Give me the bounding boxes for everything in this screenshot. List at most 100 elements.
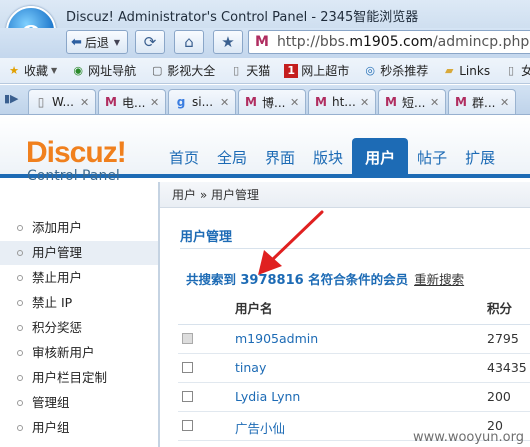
chevron-down-icon[interactable]: ▼	[114, 38, 120, 47]
sidebar-item-moderate-users[interactable]: 审核新用户	[0, 341, 158, 365]
favorites-item-collect[interactable]: ★ 收藏 ▼	[0, 62, 64, 79]
site-favicon-icon: M	[245, 95, 257, 109]
browser-tab-bar: ▮▶ ▯ W... ✕ M 电... ✕ g si... ✕ M 博... ✕ Mht... ✕ …	[0, 85, 530, 115]
close-icon[interactable]: ✕	[80, 96, 92, 109]
site-favicon-icon: M	[255, 34, 269, 50]
close-icon[interactable]: ✕	[360, 96, 372, 109]
page-icon: ▯	[508, 63, 515, 77]
globe-icon: ◉	[73, 63, 83, 77]
favorites-item-supermarket[interactable]: 1 网上超市	[277, 62, 356, 79]
top-nav-extensions[interactable]: 扩展	[456, 142, 504, 178]
google-icon: g	[176, 95, 186, 109]
page-title: 用户管理	[180, 230, 233, 245]
site-favicon-icon: M	[455, 95, 467, 109]
speed-icon: ◎	[365, 63, 376, 77]
discuz-header: Discuz! Control Panel 首页 全局 界面 版块 用户 帖子 …	[0, 116, 530, 184]
bullet-icon	[17, 350, 23, 356]
star-icon: ★	[9, 63, 19, 77]
top-nav-users[interactable]: 用户	[352, 138, 409, 178]
sidebar-item-user-manage[interactable]: 用户管理	[0, 241, 158, 265]
table-row: tinay 43435	[178, 354, 530, 383]
username-link[interactable]: tinay	[235, 360, 266, 375]
top-nav-global[interactable]: 全局	[208, 142, 256, 178]
favorites-item-tmall[interactable]: ▯ 天猫	[222, 62, 277, 79]
sidebar-item-admin-groups[interactable]: 管理组	[0, 391, 158, 415]
browser-tab[interactable]: M 电... ✕	[98, 89, 166, 114]
sidebar-item-user-fields[interactable]: 用户栏目定制	[0, 366, 158, 390]
row-checkbox[interactable]	[182, 420, 193, 431]
close-icon[interactable]: ✕	[150, 96, 162, 109]
site-favicon-icon: M	[385, 95, 397, 109]
film-icon: ▢	[151, 63, 163, 77]
top-nav: 首页 全局 界面 版块 用户 帖子 扩展	[160, 138, 504, 178]
refresh-button[interactable]: ⟳	[135, 30, 165, 54]
address-bar[interactable]: M http://bbs.m1905.com/admincp.php?f	[248, 30, 530, 54]
row-checkbox[interactable]	[182, 391, 193, 402]
username-link[interactable]: m1905admin	[235, 331, 318, 346]
bullet-icon	[17, 375, 23, 381]
browser-title-bar: Discuz! Administrator's Control Panel - …	[0, 0, 530, 28]
sidebar-item-credits[interactable]: 积分奖惩	[0, 316, 158, 340]
top-nav-posts[interactable]: 帖子	[408, 142, 456, 178]
table-row: m1905admin 2795	[178, 325, 530, 354]
top-nav-home[interactable]: 首页	[160, 142, 208, 178]
user-score: 2795	[487, 331, 519, 346]
discuz-logo[interactable]: Discuz!	[26, 136, 127, 170]
favorites-item-deals[interactable]: ◎ 秒杀推荐	[356, 62, 435, 79]
row-checkbox[interactable]	[182, 362, 193, 373]
page-icon: ▯	[37, 95, 45, 109]
site-favicon-icon: M	[315, 95, 327, 109]
browser-tab[interactable]: g si... ✕	[168, 89, 236, 114]
user-score: 200	[487, 389, 511, 404]
browser-tab[interactable]: ▯ W... ✕	[28, 89, 96, 114]
shop-icon: 1	[284, 63, 299, 78]
window-title: Discuz! Administrator's Control Panel - …	[66, 10, 419, 25]
tab-list-icon[interactable]: ▮▶	[4, 92, 19, 105]
bullet-icon	[17, 275, 23, 281]
sidebar-item-add-user[interactable]: 添加用户	[0, 216, 158, 240]
column-header-username: 用户名	[235, 301, 273, 316]
sidebar-item-ban-ip[interactable]: 禁止 IP	[0, 291, 158, 315]
close-icon[interactable]: ✕	[430, 96, 442, 109]
home-button[interactable]: ⌂	[174, 30, 204, 54]
site-favicon-icon: M	[105, 95, 117, 109]
sidebar-item-user-groups[interactable]: 用户组	[0, 416, 158, 440]
top-nav-forums[interactable]: 版块	[304, 142, 352, 178]
bullet-icon	[17, 425, 23, 431]
top-nav-interface[interactable]: 界面	[256, 142, 304, 178]
close-icon[interactable]: ✕	[500, 96, 512, 109]
favorite-star-button[interactable]: ★	[213, 30, 243, 54]
browser-tab[interactable]: M 博... ✕	[238, 89, 306, 114]
bullet-icon	[17, 300, 23, 306]
breadcrumb: 用户 » 用户管理	[160, 182, 530, 208]
main-content: 用户 » 用户管理 用户管理 共搜索到 3978816 名符合条件的会员 重新搜索…	[158, 182, 530, 447]
favorites-item-nav[interactable]: ◉ 网址导航	[64, 62, 143, 79]
folder-icon: ▰	[445, 63, 454, 77]
back-button[interactable]: ⬅ 后退 ▼	[66, 30, 128, 54]
research-link[interactable]: 重新搜索	[414, 272, 464, 287]
close-icon[interactable]: ✕	[290, 96, 302, 109]
result-count: 3978816	[240, 273, 304, 288]
bullet-icon	[17, 250, 23, 256]
browser-tab[interactable]: M 群... ✕	[448, 89, 516, 114]
favorites-item-more[interactable]: ▯女	[497, 62, 530, 79]
divider	[158, 182, 160, 447]
favorites-item-video[interactable]: ▢ 影视大全	[143, 62, 222, 79]
close-icon[interactable]: ✕	[220, 96, 232, 109]
favorites-item-links[interactable]: ▰ Links	[435, 64, 497, 78]
browser-nav-bar: ⬅ 后退 ▼ ⟳ ⌂ ★ M http://bbs. m1905.com/admi…	[0, 28, 530, 58]
arrow-left-icon: ⬅	[71, 34, 82, 50]
user-score: 43435	[487, 360, 527, 375]
watermark: www.wooyun.org	[412, 430, 524, 445]
table-row: Lydia Lynn 200	[178, 383, 530, 412]
favorites-bar: ★ 收藏 ▼ ◉ 网址导航 ▢ 影视大全 ▯ 天猫 1 网上超市 ◎ 秒杀推荐 ▰ Links …	[0, 58, 530, 84]
username-link[interactable]: 广告小仙	[235, 418, 285, 437]
browser-tab[interactable]: Mht... ✕	[308, 89, 376, 114]
sidebar-item-ban-user[interactable]: 禁止用户	[0, 266, 158, 290]
username-link[interactable]: Lydia Lynn	[235, 389, 300, 404]
bullet-icon	[17, 400, 23, 406]
column-header-score: 积分	[487, 301, 513, 316]
page-icon: ▯	[233, 63, 240, 77]
bullet-icon	[17, 325, 23, 331]
browser-tab[interactable]: M 短... ✕	[378, 89, 446, 114]
